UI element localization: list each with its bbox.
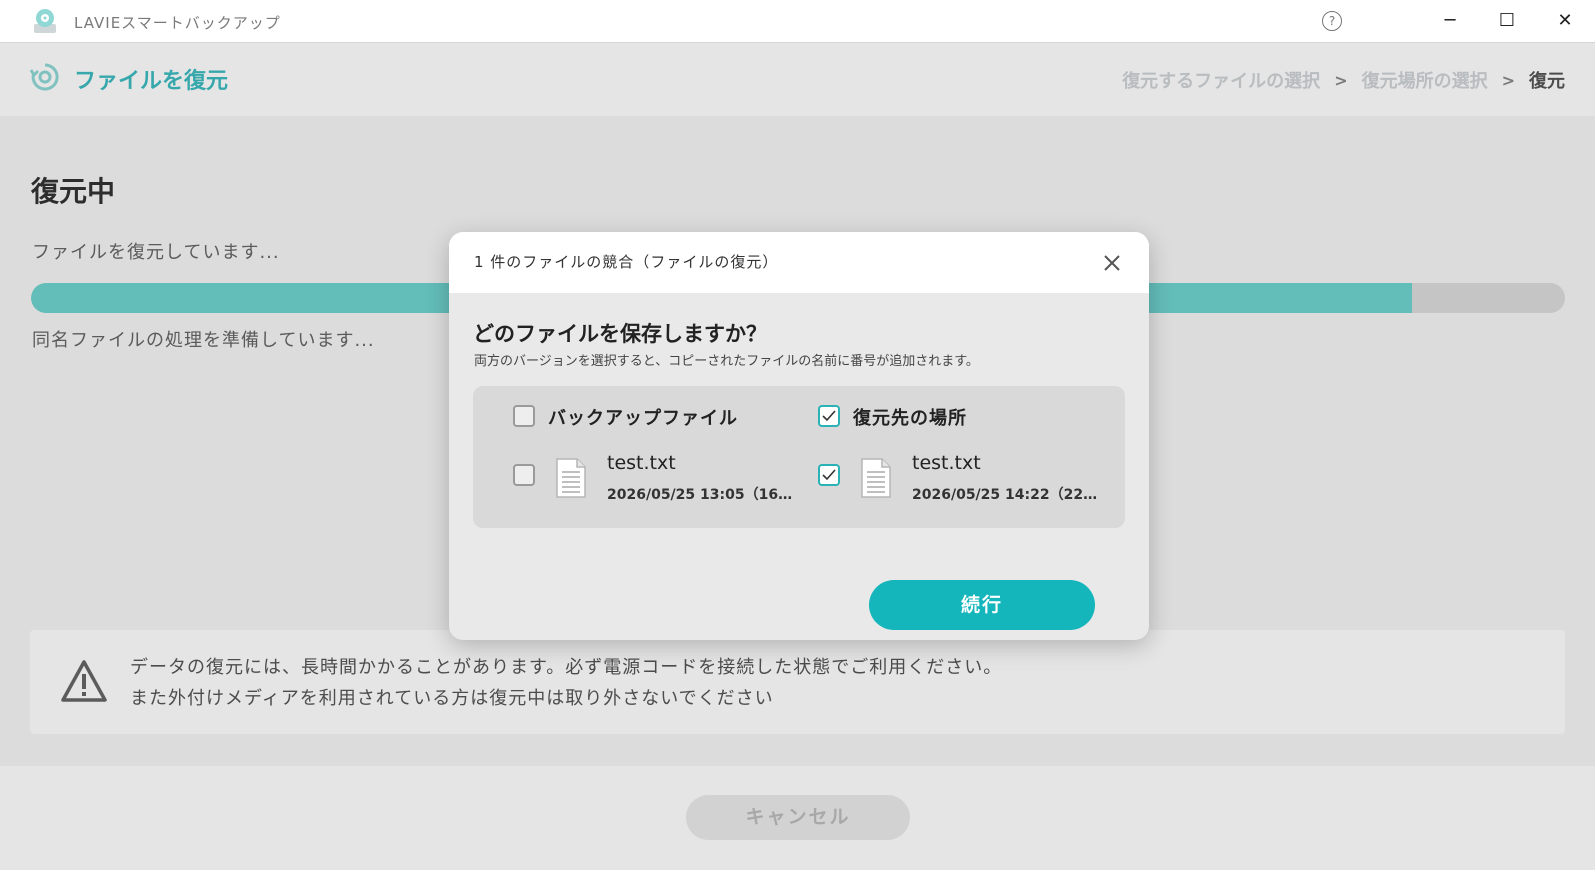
backup-file-item-checkbox[interactable]	[513, 464, 535, 486]
destination-label: 復元先の場所	[853, 408, 967, 429]
destination-checkbox[interactable]	[818, 405, 840, 427]
close-window-button[interactable]: ✕	[1545, 6, 1585, 36]
backup-file-meta: 2026/05/25 13:05（16…	[607, 487, 793, 503]
dialog-header: 1 件のファイルの競合（ファイルの復元）	[449, 232, 1149, 293]
backup-file-name: test.txt	[607, 452, 676, 474]
app-title: LAVIEスマートバックアップ	[74, 14, 281, 32]
app-window: LAVIEスマートバックアップ ? ─ ☐ ✕ ファイルを復元 復元するファイル…	[0, 0, 1595, 870]
title-bar: LAVIEスマートバックアップ ? ─ ☐ ✕	[0, 0, 1595, 42]
destination-file-name: test.txt	[912, 452, 981, 474]
help-icon[interactable]: ?	[1322, 11, 1342, 31]
continue-button[interactable]: 続行	[869, 580, 1095, 630]
text-file-icon	[556, 458, 586, 498]
text-file-icon	[861, 458, 891, 498]
destination-file-item-checkbox[interactable]	[818, 464, 840, 486]
maximize-button[interactable]: ☐	[1487, 6, 1527, 36]
minimize-button[interactable]: ─	[1430, 6, 1470, 36]
destination-file-meta: 2026/05/25 14:22（22…	[912, 487, 1098, 503]
dialog-title: 1 件のファイルの競合（ファイルの復元）	[474, 253, 779, 271]
backup-file-checkbox[interactable]	[513, 405, 535, 427]
file-conflict-dialog: 1 件のファイルの競合（ファイルの復元） どのファイルを保存しますか？ 両方のバ…	[449, 232, 1149, 640]
app-disk-icon	[34, 9, 56, 33]
choice-panel: バックアップファイル test.txt 2026/05/25 13:05（16……	[473, 386, 1125, 528]
dialog-question: どのファイルを保存しますか？	[473, 322, 767, 346]
dialog-subtitle: 両方のバージョンを選択すると、コピーされたファイルの名前に番号が追加されます。	[474, 354, 979, 369]
close-icon[interactable]	[1101, 252, 1123, 274]
backup-file-label: バックアップファイル	[548, 408, 738, 429]
